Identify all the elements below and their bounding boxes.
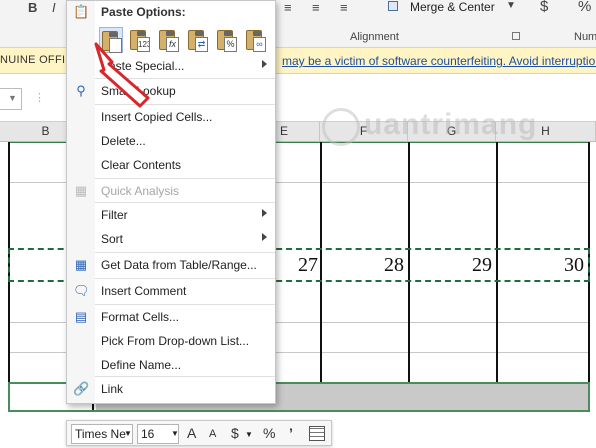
menu-separator — [95, 252, 275, 253]
menu-separator — [95, 104, 275, 105]
menu-item-label: Insert Copied Cells... — [101, 110, 213, 124]
column-label: E — [280, 124, 289, 138]
menu-item-label: Quick Analysis — [101, 184, 180, 198]
divider-dots-icon: ⋮ — [34, 92, 45, 104]
search-icon: ⚲ — [76, 83, 86, 98]
menu-separator — [95, 376, 275, 377]
cell-28[interactable]: 28 — [384, 254, 404, 277]
name-box-dropdown-icon[interactable]: ▼ — [8, 93, 17, 103]
menu-item-label: Sort — [101, 232, 124, 246]
menu-item-label: Paste Special... — [101, 59, 185, 73]
menu-item-insert-comment[interactable]: 🗨 Insert Comment — [67, 280, 275, 302]
menu-item-quick-analysis: ▦ Quick Analysis — [67, 180, 275, 202]
menu-item-paste-special[interactable]: Paste Special... — [67, 55, 275, 77]
menu-separator — [95, 178, 275, 179]
percent-format-button[interactable]: % — [263, 425, 275, 441]
paste-options-title: Paste Options: — [101, 5, 186, 19]
italic-button[interactable]: I — [52, 0, 56, 15]
font-size-value: 16 — [141, 427, 155, 441]
paste-values-icon[interactable]: 123 — [128, 27, 152, 53]
warning-text: NUINE OFFIC — [0, 54, 74, 66]
menu-item-label: Pick From Drop-down List... — [101, 334, 250, 348]
percent-button[interactable]: % — [578, 0, 591, 15]
cell-30[interactable]: 30 — [564, 254, 584, 277]
menu-item-label: Get Data from Table/Range... — [101, 258, 257, 272]
quick-analysis-icon: ▦ — [74, 183, 88, 198]
menu-item-link[interactable]: 🔗 Link — [67, 378, 275, 400]
align-right-icon[interactable]: ≡ — [340, 0, 348, 15]
borders-icon[interactable] — [309, 426, 325, 441]
cell-27[interactable]: 27 — [298, 254, 318, 277]
size-dropdown-icon[interactable]: ▼ — [171, 429, 179, 438]
menu-separator — [95, 202, 275, 203]
context-menu: 📋 Paste Options: 123 fx ⇄ % ∞ Paste Spec… — [66, 0, 276, 404]
menu-item-clear-contents[interactable]: Clear Contents — [67, 154, 275, 176]
menu-item-label: Delete... — [101, 134, 146, 148]
link-icon: 🔗 — [73, 381, 90, 396]
paste-link-icon[interactable]: ∞ — [244, 27, 268, 53]
submenu-arrow-icon — [262, 233, 267, 241]
bold-button[interactable]: B — [28, 0, 37, 15]
menu-item-delete[interactable]: Delete... — [67, 130, 275, 152]
watermark-text: uantrimang — [364, 108, 538, 141]
paste-transpose-icon[interactable]: ⇄ — [186, 27, 210, 53]
menu-separator — [95, 304, 275, 305]
align-center-icon[interactable]: ≡ — [312, 0, 320, 15]
menu-item-label: Smart Lookup — [101, 84, 176, 98]
menu-item-format-cells[interactable]: ▤ Format Cells... — [67, 306, 275, 328]
currency-dropdown-icon[interactable]: ▼ — [245, 430, 253, 439]
menu-separator — [95, 278, 275, 279]
watermark-logo-icon — [322, 108, 360, 146]
shrink-font-button[interactable]: A — [209, 428, 216, 440]
currency-button[interactable]: $ — [540, 0, 548, 15]
menu-item-insert-copied-cells[interactable]: Insert Copied Cells... — [67, 106, 275, 128]
menu-item-label: Define Name... — [101, 358, 182, 372]
table-icon: ▦ — [74, 257, 88, 272]
menu-item-label: Insert Comment — [101, 284, 187, 298]
format-cells-icon: ▤ — [74, 309, 88, 324]
font-dropdown-icon[interactable]: ▼ — [124, 429, 132, 438]
number-group-label: Num — [574, 31, 596, 43]
submenu-arrow-icon — [262, 209, 267, 217]
menu-item-smart-lookup[interactable]: ⚲ Smart Lookup — [67, 80, 275, 102]
comma-style-button[interactable]: ’ — [289, 425, 293, 441]
grow-font-button[interactable]: A — [187, 425, 196, 441]
menu-separator — [95, 78, 275, 79]
menu-item-filter[interactable]: Filter — [67, 204, 275, 226]
column-label: B — [41, 124, 50, 138]
menu-item-label: Link — [101, 382, 124, 396]
paste-options-icon: 📋 — [73, 4, 90, 19]
menu-item-label: Filter — [101, 208, 128, 222]
menu-item-pick-from-list[interactable]: Pick From Drop-down List... — [67, 330, 275, 352]
cell-29[interactable]: 29 — [472, 254, 492, 277]
align-left-icon[interactable]: ≡ — [284, 0, 292, 15]
currency-format-button[interactable]: $ — [231, 425, 239, 441]
menu-item-label: Format Cells... — [101, 310, 180, 324]
paste-formulas-icon[interactable]: fx — [157, 27, 181, 53]
comment-icon: 🗨 — [73, 283, 90, 298]
column-label: H — [541, 124, 550, 138]
merge-icon — [388, 1, 398, 11]
submenu-arrow-icon — [262, 60, 267, 68]
menu-item-sort[interactable]: Sort — [67, 228, 275, 250]
warning-link[interactable]: may be a victim of software counterfeiti… — [282, 54, 596, 68]
alignment-launcher-icon[interactable] — [512, 32, 520, 40]
menu-item-label: Clear Contents — [101, 158, 182, 172]
merge-dropdown-icon[interactable]: ▼ — [506, 0, 516, 11]
font-name-value: Times Ne — [75, 427, 126, 441]
alignment-group-label: Alignment — [350, 31, 399, 43]
paste-icon[interactable] — [99, 27, 123, 53]
mini-toolbar: Times Ne ▼ 16 ▼ A A $ ▼ % ’ — [66, 420, 332, 446]
menu-item-define-name[interactable]: Define Name... — [67, 354, 275, 376]
merge-center-button[interactable]: Merge & Center — [410, 0, 495, 14]
menu-item-get-data[interactable]: ▦ Get Data from Table/Range... — [67, 254, 275, 276]
paste-formatting-icon[interactable]: % — [215, 27, 239, 53]
